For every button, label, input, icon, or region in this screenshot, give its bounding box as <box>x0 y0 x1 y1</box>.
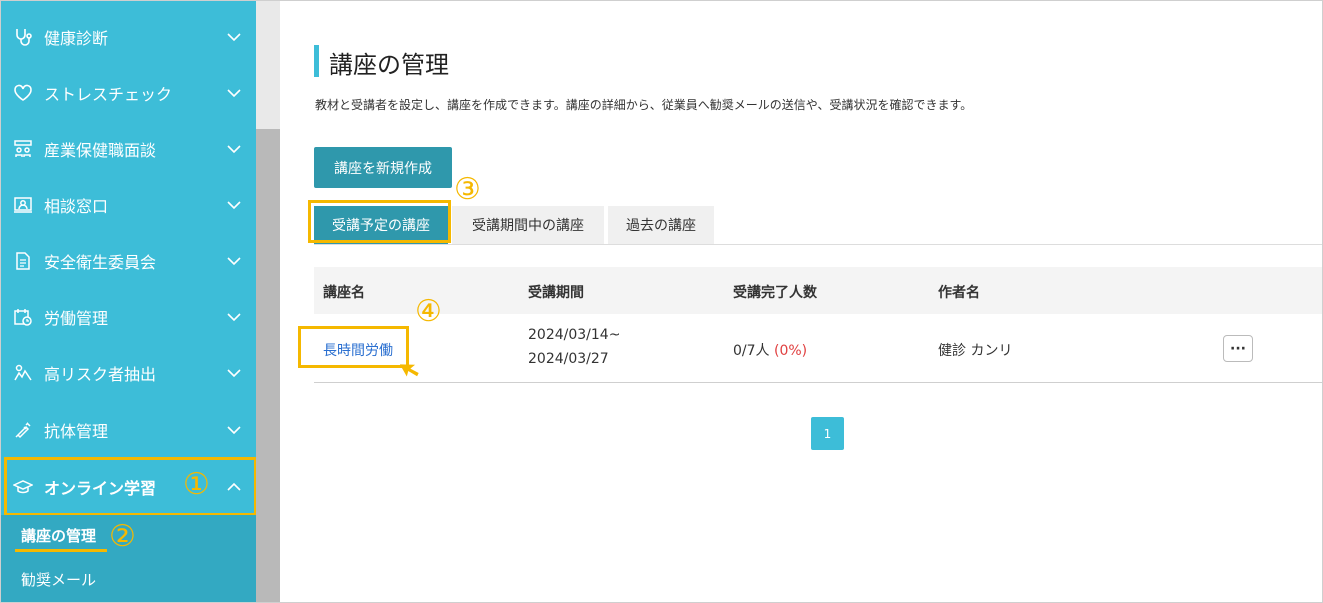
column-header-completed: 受講完了人数 <box>733 285 817 301</box>
annotation-marker-3: ③ <box>454 172 481 207</box>
highlight-online-learning <box>4 457 257 516</box>
calendar-clock-icon <box>12 306 34 328</box>
chevron-down-icon <box>227 145 241 154</box>
chevron-down-icon <box>227 33 241 42</box>
syringe-icon <box>12 419 34 441</box>
create-course-button[interactable]: 講座を新規作成 <box>314 147 452 188</box>
sidebar-item-label: 労働管理 <box>44 309 109 328</box>
tab-ongoing-courses[interactable]: 受講期間中の講座 <box>452 206 604 244</box>
stethoscope-icon <box>12 26 34 48</box>
chevron-down-icon <box>227 257 241 266</box>
sidebar-scrollbar-thumb[interactable] <box>256 129 280 602</box>
sidebar-item-health-checkup[interactable]: 健康診断 <box>1 9 256 65</box>
title-accent-bar <box>314 45 319 77</box>
column-header-period: 受講期間 <box>528 285 584 301</box>
page-description: 教材と受講者を設定し、講座を作成できます。講座の詳細から、従業員へ勧奨メールの送… <box>315 98 973 112</box>
interview-icon <box>12 138 34 160</box>
sidebar-item-label: 産業保健職面談 <box>44 141 157 160</box>
consultation-icon <box>12 194 34 216</box>
subnav-item-reminder-mail[interactable]: 勧奨メール <box>21 569 96 590</box>
period-end: 2024/03/27 <box>528 351 609 367</box>
main-content: 講座の管理 教材と受講者を設定し、講座を作成できます。講座の詳細から、従業員へ勧… <box>282 1 1322 602</box>
document-icon <box>12 250 34 272</box>
cursor-arrow-icon <box>400 364 419 377</box>
chevron-down-icon <box>227 426 241 435</box>
risk-person-icon <box>12 362 34 384</box>
completed-percent: (0%) <box>773 343 808 359</box>
sidebar-item-label: 安全衛生委員会 <box>44 253 157 272</box>
sidebar-item-labor-management[interactable]: 労働管理 <box>1 289 256 345</box>
tab-past-courses[interactable]: 過去の講座 <box>608 206 714 244</box>
period-start: 2024/03/14~ <box>528 327 621 343</box>
sidebar-item-label: 健康診断 <box>44 29 109 48</box>
page-title: 講座の管理 <box>329 51 449 79</box>
highlight-underline-course-management <box>15 549 107 552</box>
sidebar-item-antibody-management[interactable]: 抗体管理 <box>1 402 256 458</box>
chevron-down-icon <box>227 313 241 322</box>
app-window: 健康診断 ストレスチェック 産業保健職面談 相談窓口 安全衛生委員会 労働管理 … <box>0 0 1323 603</box>
pagination-page-1[interactable]: 1 <box>811 417 844 450</box>
subnav-item-course-management[interactable]: 講座の管理 <box>21 525 96 546</box>
table-row: 長時間労働 2024/03/14~ 2024/03/27 0/7人 (0%) 健… <box>314 314 1322 383</box>
more-options-button[interactable]: ··· <box>1223 335 1253 362</box>
annotation-marker-1: ① <box>183 467 210 502</box>
sidebar-item-occupational-interview[interactable]: 産業保健職面談 <box>1 121 256 177</box>
column-header-course-name: 講座名 <box>323 285 365 301</box>
tabs-divider <box>314 244 1322 245</box>
sidebar-item-high-risk-extraction[interactable]: 高リスク者抽出 <box>1 345 256 401</box>
annotation-marker-2: ② <box>109 519 136 554</box>
completed-value: 0/7人 <box>733 343 770 359</box>
completed-count: 0/7人 (0%) <box>733 340 807 360</box>
sidebar-item-label: ストレスチェック <box>44 85 173 104</box>
sidebar-item-safety-committee[interactable]: 安全衛生委員会 <box>1 233 256 289</box>
heart-icon <box>12 82 34 104</box>
sidebar-item-label: 抗体管理 <box>44 422 109 441</box>
sidebar-item-label: 相談窓口 <box>44 197 109 216</box>
highlight-upcoming-tab <box>308 200 451 243</box>
author-name: 健診 カンリ <box>938 343 1013 359</box>
highlight-course-name <box>298 326 409 368</box>
sidebar-item-label: 高リスク者抽出 <box>44 365 157 384</box>
column-header-author: 作者名 <box>938 285 980 301</box>
sidebar-item-stress-check[interactable]: ストレスチェック <box>1 65 256 121</box>
sidebar-item-consultation[interactable]: 相談窓口 <box>1 177 256 233</box>
table-header: 講座名 受講期間 受講完了人数 作者名 <box>314 267 1322 314</box>
chevron-down-icon <box>227 369 241 378</box>
sidebar: 健康診断 ストレスチェック 産業保健職面談 相談窓口 安全衛生委員会 労働管理 … <box>1 1 257 602</box>
chevron-down-icon <box>227 201 241 210</box>
chevron-down-icon <box>227 89 241 98</box>
